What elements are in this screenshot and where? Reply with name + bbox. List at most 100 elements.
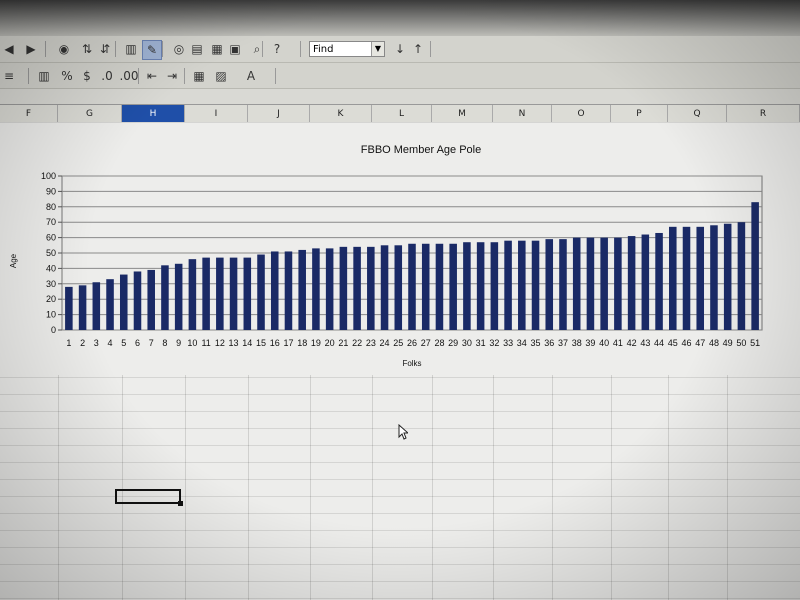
toolbar-separator: [45, 41, 46, 57]
find-binoculars-icon[interactable]: ◎: [170, 40, 188, 58]
y-tick-label: 10: [46, 310, 56, 320]
column-header-n[interactable]: N: [493, 105, 552, 123]
column-header-m[interactable]: M: [432, 105, 493, 123]
database-icon[interactable]: ▣: [226, 40, 244, 58]
column-header-i[interactable]: I: [185, 105, 248, 123]
indent-decrease-icon[interactable]: ⇤: [143, 67, 161, 85]
toolbar-separator: [138, 68, 139, 84]
column-header-q[interactable]: Q: [668, 105, 727, 123]
x-tick-label: 30: [462, 338, 472, 348]
navigator-icon[interactable]: ◉: [55, 40, 73, 58]
decimal-add-icon[interactable]: .0: [98, 67, 116, 85]
bar: [325, 248, 334, 330]
chart-object[interactable]: FBBO Member Age Pole Age Folks 0 10 20 30 40…: [0, 130, 800, 375]
x-tick-label: 34: [517, 338, 527, 348]
list-icon[interactable]: ≡: [0, 67, 18, 85]
bar: [147, 269, 155, 330]
y-tick-label: 50: [46, 248, 56, 258]
bar: [518, 240, 526, 330]
gallery-icon[interactable]: ▤: [188, 40, 206, 58]
bar: [380, 245, 389, 330]
column-header-k[interactable]: K: [310, 105, 372, 123]
x-tick-label: 43: [640, 338, 650, 348]
grid-column-line: [185, 370, 186, 600]
back-icon[interactable]: ◀: [0, 40, 18, 58]
x-tick-label: 44: [654, 338, 664, 348]
help-icon[interactable]: ?: [268, 40, 286, 58]
column-header-g[interactable]: G: [58, 105, 122, 123]
number-format-icon[interactable]: $: [78, 67, 96, 85]
column-header-h[interactable]: H: [122, 105, 185, 123]
decimal-remove-icon[interactable]: .00: [119, 67, 138, 85]
y-tick-label: 0: [51, 325, 56, 335]
column-header-f[interactable]: F: [0, 105, 58, 123]
x-tick-label: 37: [558, 338, 568, 348]
indent-increase-icon[interactable]: ⇥: [163, 67, 181, 85]
draw-icon[interactable]: ✎: [142, 40, 162, 60]
x-tick-label: 31: [476, 338, 486, 348]
stock-chart-icon[interactable]: ▥: [35, 67, 53, 85]
column-header-l[interactable]: L: [372, 105, 432, 123]
datasource-icon[interactable]: ▦: [208, 40, 226, 58]
chevron-down-icon[interactable]: ▼: [371, 42, 384, 56]
find-input[interactable]: Find ▼: [309, 41, 385, 57]
percent-icon[interactable]: %: [58, 67, 76, 85]
x-tick-label: 18: [297, 338, 307, 348]
x-tick-label: 17: [283, 338, 293, 348]
bar: [655, 232, 663, 330]
bar: [572, 237, 581, 330]
sort-ascending-icon[interactable]: ⇅: [78, 40, 96, 58]
fill-handle[interactable]: [178, 501, 183, 506]
x-tick-label: 50: [736, 338, 746, 348]
window-top-edge: [0, 0, 800, 36]
bar: [641, 234, 650, 330]
bar: [531, 240, 540, 330]
background-color-icon[interactable]: ▨: [212, 67, 230, 85]
chart-icon[interactable]: ▥: [122, 40, 140, 58]
bar: [65, 286, 73, 330]
bar: [202, 257, 210, 330]
x-tick-label: 51: [750, 338, 760, 348]
font-color-icon[interactable]: A: [242, 67, 260, 85]
column-header-j[interactable]: J: [248, 105, 310, 123]
toolbar-separator: [262, 41, 263, 57]
find-next-icon[interactable]: ↓: [391, 40, 409, 58]
toolbar-separator: [28, 68, 29, 84]
bar: [78, 285, 87, 330]
borders-icon[interactable]: ▦: [190, 67, 208, 85]
selected-cell[interactable]: [115, 489, 183, 506]
x-tick-label: 29: [448, 338, 458, 348]
bar: [627, 236, 636, 330]
bar: [106, 279, 114, 330]
x-tick-label: 32: [489, 338, 499, 348]
find-previous-icon[interactable]: ↑: [409, 40, 427, 58]
x-tick-label: 24: [380, 338, 390, 348]
toolbar-separator: [300, 41, 301, 57]
bar: [408, 243, 416, 330]
bar: [284, 251, 293, 330]
zoom-icon[interactable]: ⌕: [248, 40, 266, 58]
bar: [463, 242, 471, 330]
x-tick-label: 26: [407, 338, 417, 348]
x-tick-label: 15: [256, 338, 266, 348]
column-header-p[interactable]: P: [611, 105, 668, 123]
formatting-toolbar: ≡ ▥% $ .0.00 ⇤ ⇥ ▦ ▨ A: [0, 63, 800, 89]
y-tick-label: 80: [46, 202, 56, 212]
forward-icon[interactable]: ▶: [22, 40, 40, 58]
toolbar-separator: [275, 68, 276, 84]
x-tick-label: 33: [503, 338, 513, 348]
column-header-r[interactable]: R: [727, 105, 800, 123]
column-header-o[interactable]: O: [552, 105, 611, 123]
chart-svg: FBBO Member Age Pole Age Folks 0 10 20 30 40…: [9, 144, 763, 368]
y-tick-label: 70: [46, 217, 56, 227]
bar: [353, 246, 361, 330]
bar: [490, 242, 499, 330]
y-tick-label: 30: [46, 279, 56, 289]
x-tick-label: 35: [531, 338, 541, 348]
grid-column-line: [432, 370, 433, 600]
bar: [92, 282, 101, 330]
x-tick-label: 3: [94, 338, 99, 348]
x-tick-label: 42: [627, 338, 637, 348]
sort-descending-icon[interactable]: ⇵: [96, 40, 114, 58]
y-axis-label: Age: [9, 253, 18, 268]
